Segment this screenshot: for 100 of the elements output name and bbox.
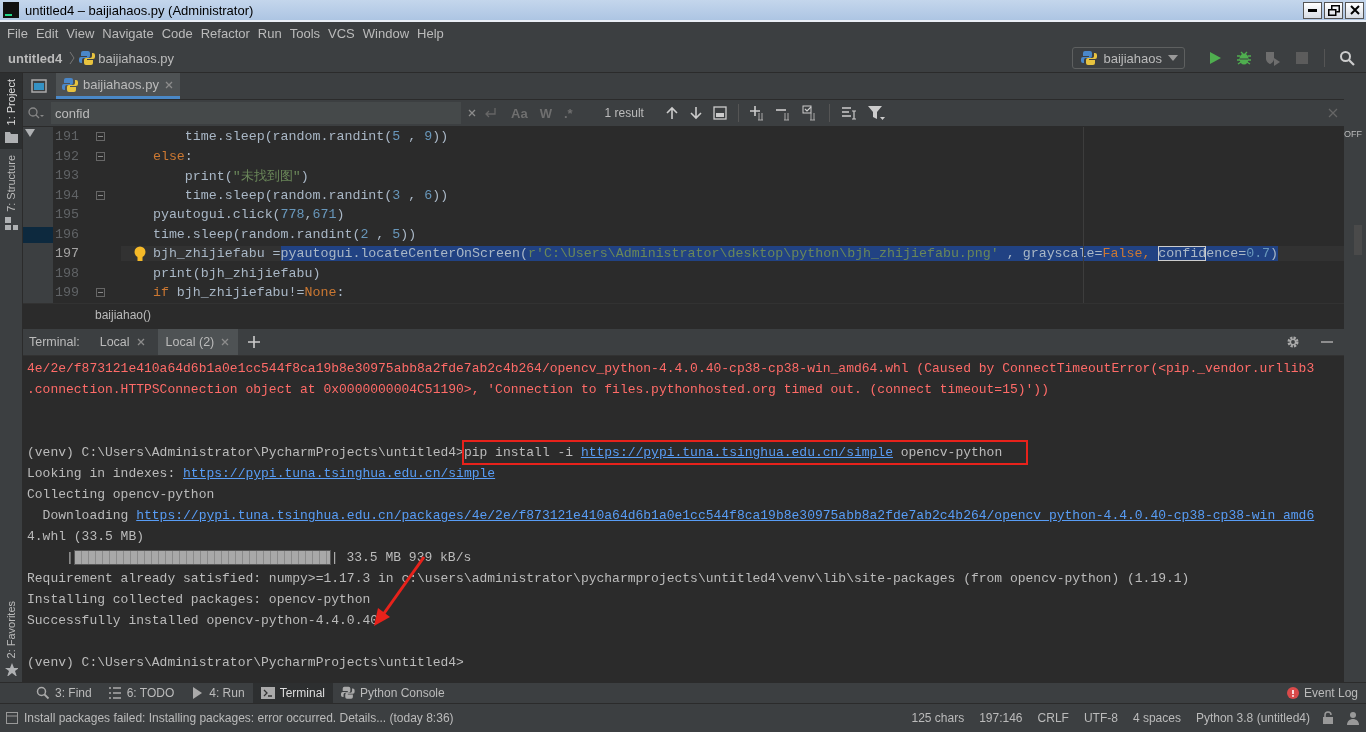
layout-icon[interactable] — [6, 712, 18, 724]
menu-item[interactable]: Help — [414, 25, 449, 41]
restore-icon — [1327, 4, 1340, 16]
tool-window-tab[interactable]: Python Console — [333, 683, 453, 703]
code-line: print("未找到图") — [183, 167, 309, 185]
status-item[interactable]: UTF-8 — [1083, 711, 1118, 725]
search-icon — [36, 686, 50, 700]
fold-marker-icon[interactable] — [95, 288, 105, 298]
side-tab[interactable]: 2: Favorites — [0, 594, 22, 682]
add-tab-icon[interactable] — [248, 336, 261, 348]
close-icon[interactable] — [220, 337, 231, 347]
close-icon — [1349, 5, 1360, 15]
event-log-tab[interactable]: Event Log — [1278, 683, 1366, 703]
person-icon[interactable] — [1346, 711, 1360, 725]
terminal-line: (venv) C:\Users\Administrator\PycharmProjects\untitled4> — [27, 654, 465, 672]
restore-button[interactable] — [1324, 1, 1343, 19]
menu-item[interactable]: Refactor — [197, 25, 255, 41]
arrow-up-icon[interactable] — [664, 106, 679, 120]
lightbulb-icon[interactable] — [134, 246, 146, 263]
arrow-down-icon[interactable] — [688, 106, 703, 120]
lock-icon[interactable] — [1322, 711, 1334, 725]
session-tab[interactable]: Local — [91, 329, 154, 355]
status-item[interactable]: 125 chars — [911, 711, 965, 725]
close-button[interactable] — [1345, 1, 1364, 19]
settings-icon[interactable] — [1286, 335, 1300, 349]
status-message[interactable]: Install packages failed: Installing packages: error occurred. Details... (today 8:36) — [24, 711, 454, 725]
star-icon — [4, 662, 18, 676]
breadcrumb[interactable]: baijiahao() — [95, 308, 152, 322]
code-line: else: — [151, 148, 193, 164]
link[interactable]: https://pypi.tuna.tsinghua.edu.cn/packages/4e/2e/f873121e410a64d6b1a0e1cc544f8ca19b8e30975abb8a2fde7ab2c4b264/opencv_python-4.4.0.40-cp38-cp38-win_amd6 — [136, 505, 1315, 526]
folder-icon — [4, 129, 18, 144]
menu-item[interactable]: File — [4, 25, 33, 41]
code-line: time.sleep(random.randint(3 , 6)) — [183, 187, 449, 203]
app-logo-icon — [3, 2, 19, 18]
line-number: 197 — [54, 246, 79, 262]
status-item[interactable]: Python 3.8 (untitled4) — [1195, 711, 1310, 725]
coverage-icon[interactable] — [1265, 50, 1281, 66]
terminal-line: Collecting opencv-python — [27, 486, 216, 504]
link[interactable]: https://pypi.tuna.tsinghua.edu.cn/simple — [183, 463, 496, 484]
terminal-line: .connection.HTTPSConnection object at 0x0000000004C51190>, 'Connection to files.pythonhosted.org timed out. (connect timeout=15)')) — [27, 381, 1050, 399]
clear-icon[interactable] — [467, 108, 477, 118]
line-number: 193 — [54, 168, 79, 184]
close-icon[interactable] — [163, 79, 174, 90]
file-tab[interactable]: baijiahaos.py — [56, 73, 180, 99]
line-number: 194 — [54, 187, 79, 203]
fold-marker-icon[interactable] — [95, 190, 105, 200]
code-line: time.sleep(random.randint(2 , 5)) — [151, 226, 417, 242]
chevron-icon — [68, 50, 77, 66]
minimize-button[interactable] — [1303, 1, 1322, 19]
menu-item[interactable]: Navigate — [99, 25, 159, 41]
filter-icon[interactable] — [866, 105, 885, 121]
session-tab[interactable]: Local (2) — [157, 329, 239, 355]
search-icon[interactable] — [1339, 50, 1355, 66]
add-occurrence-icon[interactable] — [749, 105, 766, 121]
code-line: pyautogui.click(778,671) — [151, 207, 345, 223]
menu-item[interactable]: Tools — [286, 25, 326, 41]
breadcrumb[interactable]: baijiahaos.py — [98, 50, 175, 66]
filter-lines-icon[interactable] — [840, 105, 857, 121]
link[interactable]: https://pypi.tuna.tsinghua.edu.cn/simple — [580, 442, 893, 463]
status-item[interactable]: 197:146 — [979, 711, 1023, 725]
side-tab[interactable]: 1: Project — [0, 73, 22, 150]
terminal-line: (venv) C:\Users\Administrator\PycharmProjects\untitled4>pip install -i https://pypi.tuna.tsinghua.edu.cn/simple opencv-python — [27, 442, 1344, 463]
status-item[interactable]: 4 spaces — [1132, 711, 1181, 725]
side-tab[interactable]: 7: Structure — [0, 149, 22, 237]
line-number: 199 — [54, 285, 79, 301]
terminal-line: Downloading https://pypi.tuna.tsinghua.edu.cn/packages/4e/2e/f873121e410a64d6b1a0e1cc544f8ca19b8e30975abb8a2fde7ab2c4b264/opencv_python-4.4.0.40-cp38-cp38-win_amd6 — [27, 505, 1344, 526]
tool-window-tab[interactable]: Terminal — [252, 683, 333, 703]
minimize-icon — [1308, 8, 1317, 12]
fold-marker-icon[interactable] — [95, 132, 105, 142]
terminal-line: 4e/2e/f873121e410a64d6b1a0e1cc544f8ca19b8e30975abb8a2fde7ab2c4b264/opencv_python-4.4.0.40-cp38-cp38-win_amd64.whl (Caused by ConnectTimeoutError(<pip._vendor.urllib3 — [27, 360, 1316, 378]
run-config-dropdown[interactable]: baijiahaos — [1072, 47, 1185, 69]
window-icon[interactable] — [712, 106, 727, 120]
line-number: 195 — [54, 207, 79, 223]
project-view-icon[interactable] — [31, 78, 47, 94]
run-icon[interactable] — [1207, 50, 1223, 66]
panel-title: Terminal: — [29, 335, 80, 349]
menu-item[interactable]: View — [63, 25, 100, 41]
menu-item[interactable]: Run — [254, 25, 287, 41]
fold-marker-icon[interactable] — [95, 151, 105, 161]
terminal-icon — [260, 686, 275, 700]
result-count: 1 result — [604, 106, 644, 120]
bug-icon[interactable] — [1236, 50, 1252, 66]
list-icon — [107, 686, 122, 700]
tool-window-tab[interactable]: 6: TODO — [99, 683, 183, 703]
menu-item[interactable]: Code — [158, 25, 198, 41]
code-line: print(bjh_zhijiefabu) — [151, 265, 321, 281]
tool-window-tab[interactable]: 3: Find — [28, 683, 100, 703]
close-icon[interactable] — [135, 337, 146, 347]
select-all-icon[interactable] — [801, 105, 818, 121]
status-item[interactable]: CRLF — [1037, 711, 1069, 725]
menu-item[interactable]: VCS — [325, 25, 360, 41]
tool-window-tab[interactable]: 4: Run — [182, 683, 253, 703]
search-field[interactable]: confid — [51, 102, 461, 124]
menu-item[interactable]: Edit — [32, 25, 64, 41]
collapse-icon[interactable] — [25, 129, 35, 137]
inspection-status[interactable]: OFF — [1344, 129, 1366, 139]
terminal-text: | — [65, 549, 74, 567]
menu-item[interactable]: Window — [359, 25, 415, 41]
window-title: untitled4 – baijiahaos.py (Administrator) — [25, 2, 254, 18]
breadcrumb[interactable]: untitled4 — [8, 50, 63, 66]
